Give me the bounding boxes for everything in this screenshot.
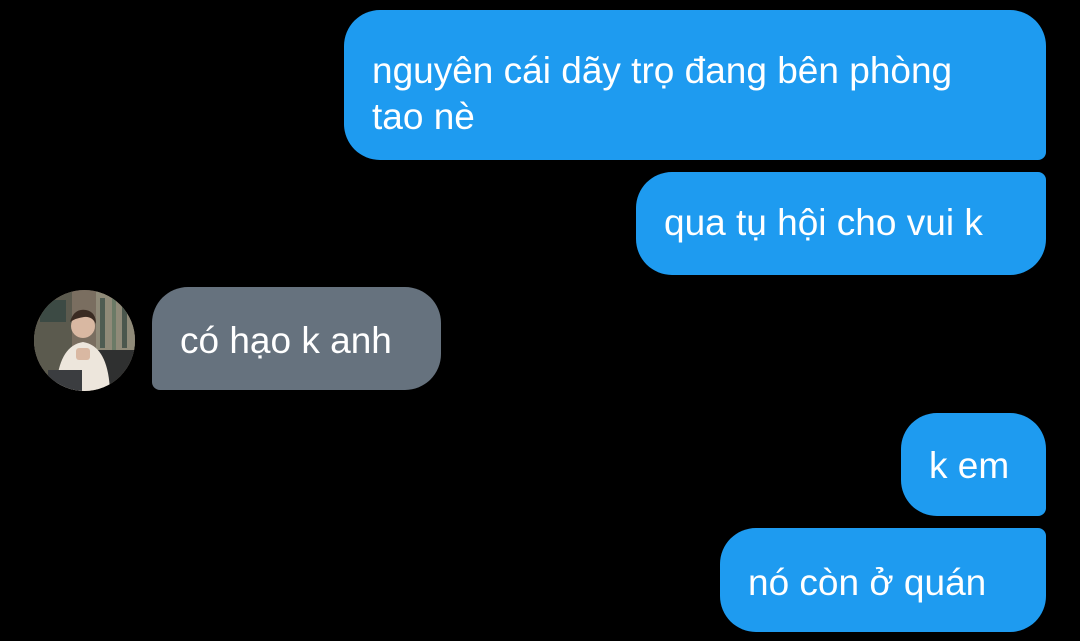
user-avatar[interactable] bbox=[34, 290, 135, 391]
message-text: qua tụ hội cho vui k bbox=[664, 202, 983, 243]
user-avatar-photo-icon bbox=[34, 290, 135, 391]
message-bubble-outgoing[interactable]: qua tụ hội cho vui k bbox=[636, 172, 1046, 275]
message-text: tao nè bbox=[372, 96, 475, 137]
message-text: nguyên cái dãy trọ đang bên phòng bbox=[372, 50, 953, 91]
message-bubble-outgoing[interactable]: k em bbox=[901, 413, 1046, 516]
message-bubble-outgoing[interactable]: nguyên cái dãy trọ đang bên phòng tao nè bbox=[344, 10, 1046, 160]
message-text: k em bbox=[929, 445, 1010, 486]
message-text: nó còn ở quán bbox=[748, 562, 987, 603]
message-text: có hạo k anh bbox=[180, 320, 392, 361]
message-bubble-incoming[interactable]: có hạo k anh bbox=[152, 287, 441, 390]
chat-thread: nguyên cái dãy trọ đang bên phòng tao nè… bbox=[0, 0, 1080, 641]
message-bubble-outgoing[interactable]: nó còn ở quán bbox=[720, 528, 1046, 632]
